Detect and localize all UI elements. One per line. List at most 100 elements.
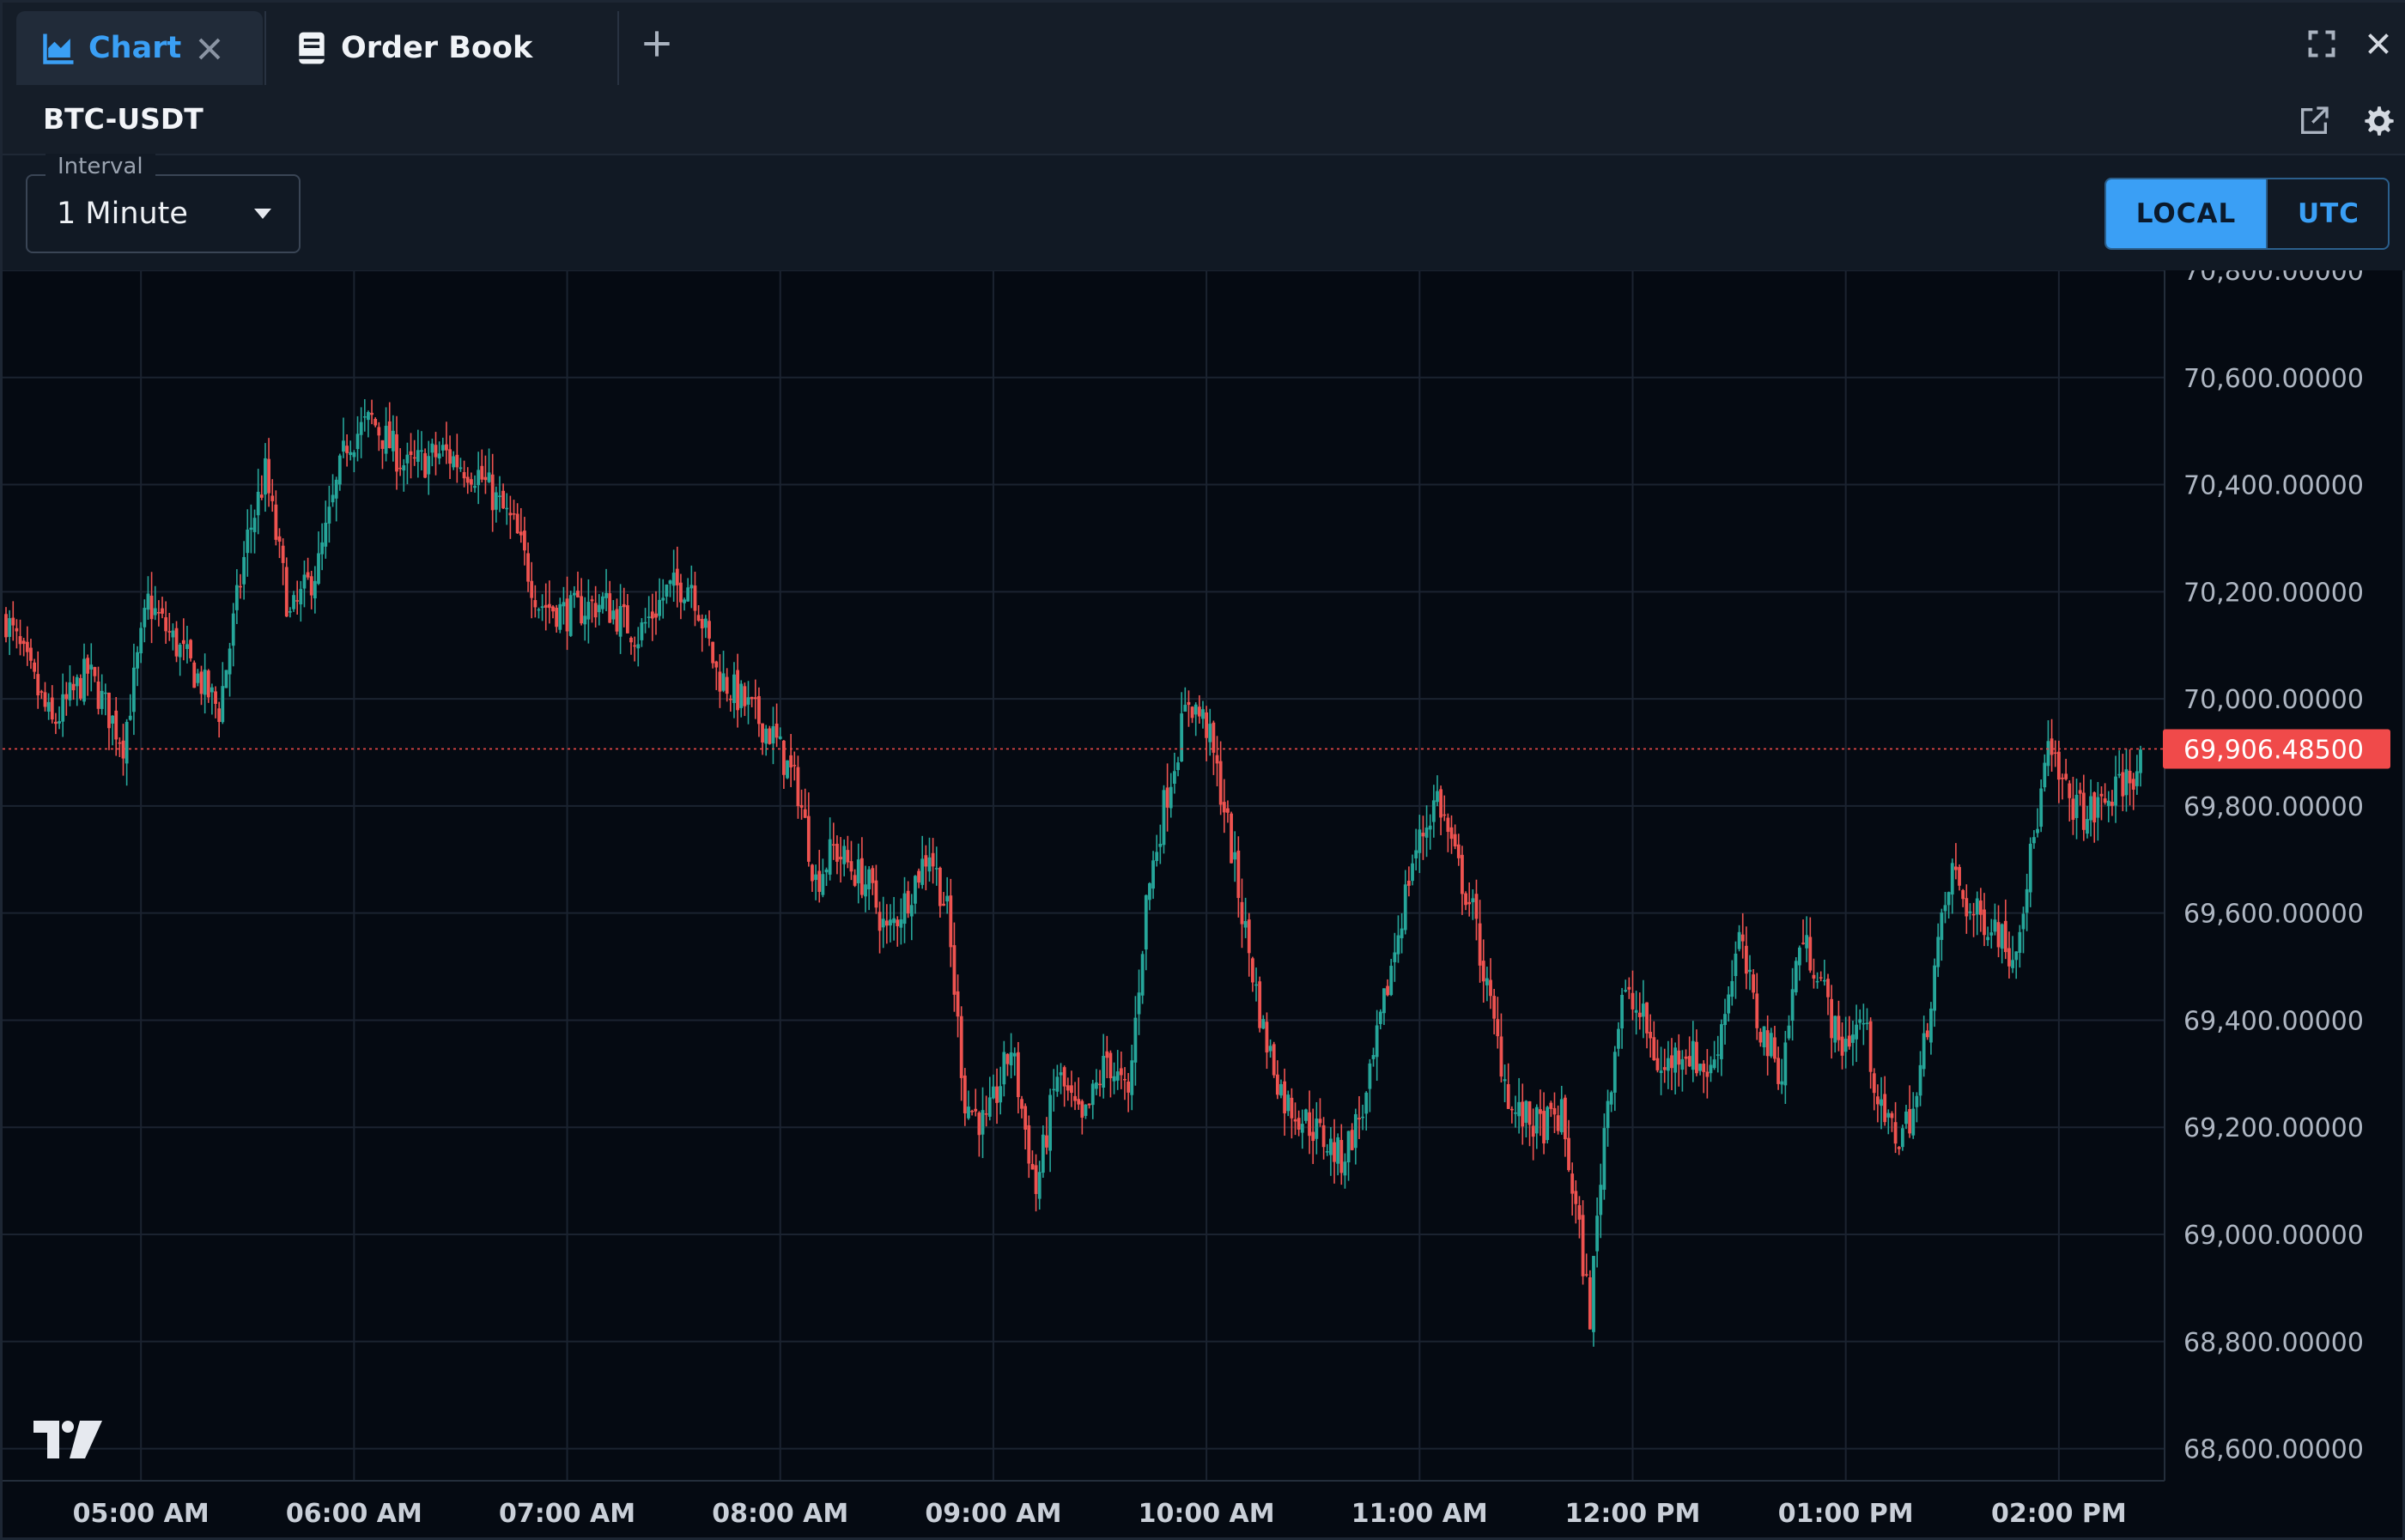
candle-body <box>1655 1058 1660 1070</box>
candle-body <box>942 903 945 906</box>
candle-body <box>1233 852 1237 860</box>
candle-body <box>902 893 907 925</box>
candle-body <box>711 641 715 664</box>
price-tick-label: 70,000.00000 <box>2183 685 2364 715</box>
candle-body <box>1428 825 1432 830</box>
candle-body <box>1127 1081 1131 1093</box>
candle-body <box>1705 1071 1710 1077</box>
candle-body <box>974 1108 978 1112</box>
price-tick-label: 69,200.00000 <box>2183 1113 2364 1143</box>
tab-order-book[interactable]: Order Book <box>269 11 621 85</box>
candle-body <box>1794 961 1798 992</box>
close-window-icon[interactable] <box>2363 28 2394 59</box>
candle-body <box>1805 935 1809 949</box>
gear-icon[interactable] <box>2362 104 2396 138</box>
candle-body <box>1308 1112 1311 1137</box>
candle-body <box>874 880 878 908</box>
candle-body <box>2050 738 2054 755</box>
candle-body <box>295 600 300 602</box>
candle-body <box>1567 1137 1570 1171</box>
candle-body <box>1727 994 1731 1014</box>
maximize-icon[interactable] <box>2306 28 2337 59</box>
caret-down-icon <box>254 209 271 219</box>
candle-body <box>480 465 484 480</box>
candle-body <box>2068 783 2072 798</box>
candle-body <box>337 455 342 485</box>
candle-body <box>1965 898 1969 917</box>
candle-body <box>1649 1032 1653 1039</box>
candle-body <box>1740 934 1745 942</box>
candle-body <box>189 640 192 658</box>
candle-body <box>1293 1119 1297 1122</box>
candle-body <box>728 698 732 700</box>
candle-body <box>29 647 33 661</box>
candle-body <box>1755 993 1759 1028</box>
candle-body <box>768 728 772 744</box>
candle-body <box>380 440 385 449</box>
candle-body <box>342 440 345 452</box>
candle-body <box>132 667 136 712</box>
tab-chart[interactable]: Chart <box>16 11 263 85</box>
candle-body <box>597 604 601 613</box>
timezone-utc-button[interactable]: UTC <box>2266 179 2388 248</box>
candle-body <box>1609 1092 1613 1105</box>
candle-body <box>977 1113 981 1136</box>
candle-body <box>956 991 960 1017</box>
candle-body <box>1883 1094 1887 1123</box>
price-axis[interactable]: 70,800.00000 70,600.00000 70,400.00000 70,2… <box>2183 270 2364 1465</box>
candle-body <box>519 531 523 536</box>
candle-body <box>789 755 793 767</box>
candle-body <box>1315 1119 1319 1139</box>
candle-body <box>1872 1073 1876 1094</box>
candle-body <box>277 536 282 542</box>
candle-body <box>1005 1053 1010 1064</box>
candle-body <box>778 736 782 739</box>
price-chart[interactable]: 70,800.00000 70,600.00000 70,400.00000 70,2… <box>3 270 2405 1540</box>
candle-body <box>721 673 726 691</box>
candle-body <box>781 740 786 775</box>
candle-body <box>1783 1042 1788 1086</box>
candle-body <box>1812 974 1816 979</box>
timezone-local-button[interactable]: LOCAL <box>2106 179 2266 248</box>
candle-body <box>1020 1099 1023 1109</box>
interval-select[interactable]: 1 Minute <box>26 174 301 253</box>
time-axis[interactable]: 05:00 AM 06:00 AM 07:00 AM 08:00 AM 09:00 AM… <box>73 1499 2127 1529</box>
candle-body <box>1559 1099 1564 1133</box>
open-external-icon[interactable] <box>2297 104 2331 138</box>
candle-body <box>1023 1106 1028 1130</box>
add-tab-icon[interactable] <box>638 25 676 63</box>
time-tick-label: 06:00 AM <box>286 1499 422 1529</box>
tab-chart-label: Chart <box>88 31 182 65</box>
candle-body <box>214 691 217 704</box>
candle-body <box>689 585 694 589</box>
candle-body <box>2064 773 2068 779</box>
candle-body <box>100 690 104 709</box>
last-price-label: 69,906.48500 <box>2183 735 2364 765</box>
candle-body <box>1115 1071 1120 1081</box>
candle-body <box>1595 1216 1600 1252</box>
chart-panel: Chart Order Book BTC-USDT 1 Minute Inter… <box>0 0 2405 1540</box>
candle-body <box>665 584 669 597</box>
price-tick-label: 70,200.00000 <box>2183 578 2364 608</box>
candle-body <box>1808 937 1813 971</box>
candle-body <box>1290 1097 1294 1119</box>
candle-body <box>963 1075 967 1113</box>
candle-body <box>967 1106 970 1119</box>
candle-body <box>1421 833 1425 837</box>
candle-body <box>1993 919 1997 932</box>
candle-body <box>708 621 711 639</box>
candle-body <box>1570 1173 1575 1194</box>
candle-body <box>750 696 754 700</box>
close-tab-icon[interactable] <box>191 30 228 68</box>
candle-body <box>1112 1076 1116 1082</box>
candle-body <box>679 582 683 603</box>
candle-body <box>103 692 107 694</box>
candle-body <box>1084 1104 1088 1116</box>
candle-body <box>1386 985 1389 996</box>
time-tick-label: 01:00 PM <box>1778 1499 1914 1529</box>
candle-body <box>367 412 370 421</box>
candle-body <box>501 490 506 509</box>
candle-body <box>1250 958 1254 983</box>
candle-body <box>817 870 822 892</box>
candle-body <box>636 644 641 649</box>
